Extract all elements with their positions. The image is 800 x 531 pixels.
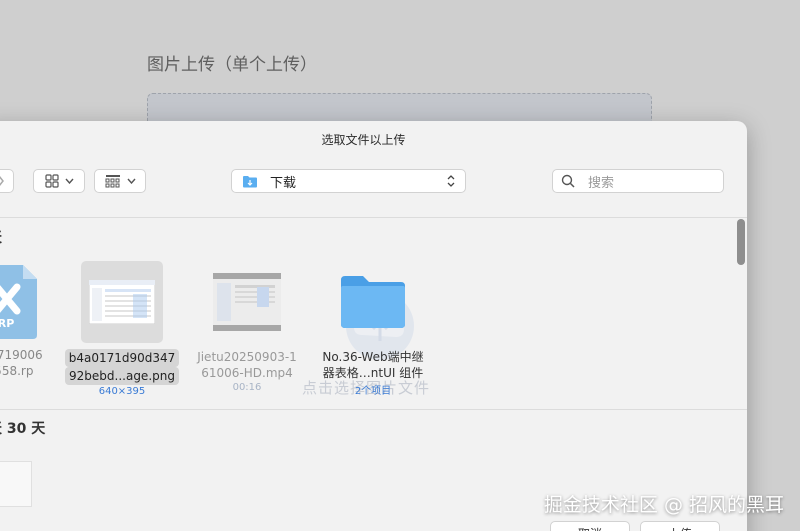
dialog-title: 选取文件以上传 — [321, 133, 406, 147]
chevron-updown-icon — [447, 175, 455, 187]
file-name-line1: b4a0171d90d347 — [64, 349, 180, 367]
file-item[interactable]: Jietu20250903-1 61006-HD.mp4 00:16 — [182, 261, 312, 393]
file-name-line2: 器表格…ntUI 组件 — [322, 366, 424, 380]
forward-button[interactable] — [0, 169, 14, 193]
group-grid-icon — [105, 175, 120, 188]
location-select[interactable]: 下载 — [231, 169, 466, 193]
page-title: 图片上传（单个上传） — [147, 55, 317, 75]
chevron-down-icon — [126, 178, 136, 184]
folder-icon — [341, 276, 405, 328]
file-dimensions: 640×395 — [98, 386, 146, 397]
search-placeholder: 搜索 — [588, 175, 615, 191]
png-thumbnail — [89, 280, 155, 324]
file-name-line2: 61006-HD.mp4 — [201, 366, 293, 380]
svg-text:RP: RP — [0, 317, 14, 330]
file-name-wrap: b4a0171d90d347 — [57, 349, 187, 367]
file-name-wrap: 92bebd...age.png — [57, 367, 187, 385]
downloads-folder-icon — [243, 175, 257, 187]
file-item[interactable]: No.36-Web端中继 器表格…ntUI 组件 2个项目 — [308, 261, 438, 397]
file-thumbnail — [81, 261, 163, 343]
toolbar-divider — [0, 217, 747, 218]
axure-rp-icon: RP — [0, 265, 37, 339]
upload-button[interactable]: 上传 — [640, 521, 720, 531]
scrollbar-thumb[interactable] — [737, 219, 745, 265]
location-label: 下载 — [270, 175, 297, 191]
file-name-line1: Jietu20250903-1 — [197, 350, 297, 364]
file-thumbnail — [206, 261, 288, 343]
file-grid: RP 5-0719006 9558.rp — [0, 261, 747, 421]
section-divider — [0, 409, 747, 410]
folder-item-count: 2个项目 — [354, 386, 392, 397]
group-mode-button[interactable] — [94, 169, 146, 193]
section-header-30-days: 天 30 天 — [0, 421, 46, 437]
file-thumbnail — [332, 261, 414, 343]
dialog-toolbar: 下载 搜索 — [0, 169, 747, 195]
file-picker-dialog: 选取文件以上传 下载 搜索 点击选择图片文件 RP 719006 58.rp b… — [0, 121, 747, 531]
file-name-line2: 92bebd...age.png — [65, 367, 179, 385]
partial-file-thumbnail[interactable] — [0, 461, 32, 507]
cancel-button[interactable]: 取消 — [550, 521, 630, 531]
file-name-line1: No.36-Web端中继 — [322, 350, 424, 364]
file-item-selected[interactable]: b4a0171d90d347 92bebd...age.png 640×395 — [57, 261, 187, 397]
video-thumbnail — [213, 273, 281, 331]
section-header-today: 天 — [0, 227, 2, 247]
chevron-down-icon — [64, 178, 74, 184]
video-duration: 00:16 — [232, 382, 262, 393]
view-mode-button[interactable] — [33, 169, 85, 193]
watermark: 掘金技术社区 @ 招风的黑耳 — [543, 494, 784, 516]
search-field[interactable]: 搜索 — [552, 169, 724, 193]
grid-icon — [44, 174, 59, 188]
file-thumbnail: RP — [0, 261, 51, 343]
search-icon — [561, 174, 575, 188]
chevron-right-icon — [0, 176, 4, 186]
